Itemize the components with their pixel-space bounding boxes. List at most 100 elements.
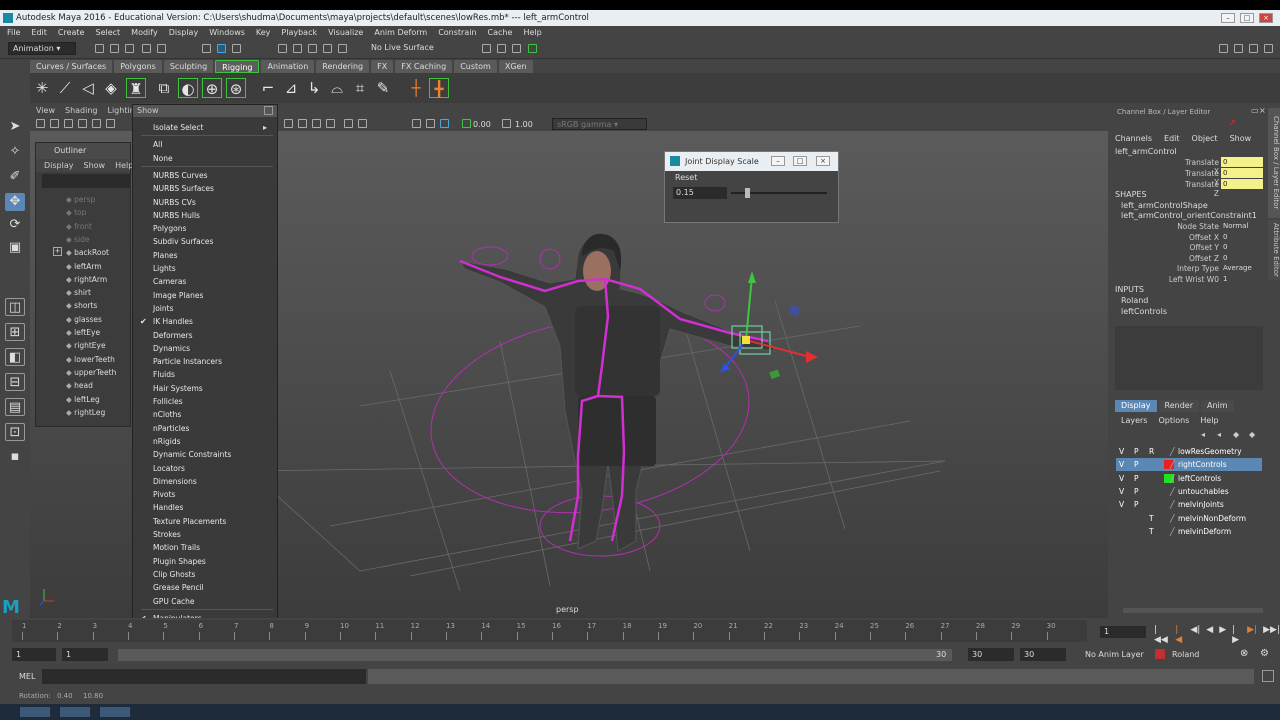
vtab-channel-box[interactable]: Channel Box / Layer Editor xyxy=(1268,108,1280,218)
show-menu-item[interactable]: Joints xyxy=(153,302,174,315)
time-slider[interactable]: 1 2 3 4 5 6 7 8 9 10 11 12 13 14 15 16 17 18 19 20 21 22 23 24 2… xyxy=(12,618,1280,645)
menuset-select[interactable]: Animation ▾ xyxy=(8,42,76,55)
constraint-attr-label[interactable]: Node State xyxy=(1159,222,1219,231)
select-hierarchy-icon[interactable] xyxy=(202,44,211,53)
new-scene-icon[interactable] xyxy=(95,44,104,53)
outliner-item[interactable]: ◆ rightArm xyxy=(66,273,107,286)
outliner-item[interactable]: ◆ persp xyxy=(66,193,95,206)
layer-toggle-p[interactable]: P xyxy=(1134,445,1139,458)
outliner-menu-show[interactable]: Show xyxy=(84,159,106,172)
bookmark-icon[interactable] xyxy=(64,119,73,128)
layer-toggle-r[interactable]: T xyxy=(1149,525,1154,538)
snap-grid-icon[interactable] xyxy=(278,44,287,53)
show-menu-item[interactable]: GPU Cache xyxy=(153,595,195,608)
step-forward-frame-icon[interactable]: |▶ xyxy=(1232,625,1241,645)
menu-playback[interactable]: Playback xyxy=(281,26,317,39)
outliner-item[interactable]: ◆ rightEye xyxy=(66,339,106,352)
undo-icon[interactable] xyxy=(142,44,151,53)
ik-spline-icon[interactable]: ◁ xyxy=(78,78,98,98)
outliner-item[interactable]: ◆ shirt xyxy=(66,286,91,299)
show-menu-item[interactable]: Polygons xyxy=(153,222,186,235)
command-input[interactable] xyxy=(42,669,366,684)
show-menu-item[interactable]: Locators xyxy=(153,462,185,475)
select-components-icon[interactable] xyxy=(232,44,241,53)
layer-toggle-v[interactable]: V xyxy=(1119,472,1124,485)
gamma-field[interactable]: 1.00 xyxy=(515,120,539,129)
gamma-icon[interactable] xyxy=(502,119,511,128)
expand-icon[interactable]: + xyxy=(53,247,62,256)
panel-menu-shading[interactable]: Shading xyxy=(65,104,98,117)
camera-attrs-icon[interactable] xyxy=(50,119,59,128)
constraint-attr-label[interactable]: Offset X xyxy=(1159,233,1219,242)
layer-row[interactable]: V P ╱ melvinJoints xyxy=(1116,498,1262,511)
camera-select-icon[interactable] xyxy=(36,119,45,128)
show-menu-item[interactable]: Follicles xyxy=(153,395,183,408)
menu-edit[interactable]: Edit xyxy=(31,26,47,39)
anim-layer-label[interactable]: No Anim Layer xyxy=(1085,650,1144,659)
outliner-search-input[interactable] xyxy=(42,174,130,188)
move-layer-down-icon[interactable]: ◂ xyxy=(1217,430,1221,439)
show-menu-item[interactable]: Subdiv Surfaces xyxy=(153,235,213,248)
constraint-item[interactable]: left_armControl_orientConstraint1 xyxy=(1121,211,1257,220)
snap-point-icon[interactable] xyxy=(308,44,317,53)
grease-pencil-icon[interactable] xyxy=(106,119,115,128)
current-frame-field[interactable]: 1 xyxy=(1100,626,1146,638)
show-menu-item[interactable]: Deformers xyxy=(153,329,192,342)
snap-view-icon[interactable] xyxy=(323,44,332,53)
layer-toggle-p[interactable]: P xyxy=(1134,472,1139,485)
outliner-item[interactable]: ◆ leftEye xyxy=(66,326,100,339)
layer-toggle-r[interactable]: R xyxy=(1149,445,1154,458)
menu-select[interactable]: Select xyxy=(95,26,120,39)
new-layer-selected-icon[interactable]: ◆ xyxy=(1249,430,1255,439)
constraint-attr-value[interactable]: Average xyxy=(1221,263,1263,273)
xray-icon[interactable] xyxy=(426,119,435,128)
menu-file[interactable]: File xyxy=(7,26,20,39)
taskbar-app-icon[interactable] xyxy=(20,707,50,717)
show-menu-item[interactable]: Lights xyxy=(153,262,176,275)
snap-curve-icon[interactable] xyxy=(293,44,302,53)
aim-constraint-icon[interactable]: ⊿ xyxy=(281,78,301,98)
mirror-joint-icon[interactable]: ♜ xyxy=(126,78,146,98)
orient-constraint-icon[interactable]: ↳ xyxy=(304,78,324,98)
outliner-item[interactable]: ◆ lowerTeeth xyxy=(66,353,115,366)
show-menu-item[interactable]: Cameras xyxy=(153,275,186,288)
layer-row[interactable]: V P ╱ rightControls xyxy=(1116,458,1262,472)
shadows-icon[interactable] xyxy=(344,119,353,128)
step-forward-key-icon[interactable]: ▶| xyxy=(1247,625,1257,645)
render-icon[interactable] xyxy=(482,44,491,53)
show-menu-item[interactable]: None xyxy=(153,152,173,165)
menu-help[interactable]: Help xyxy=(523,26,541,39)
input-item-roland[interactable]: Roland xyxy=(1121,296,1148,305)
dialog-close-button[interactable]: × xyxy=(816,156,830,166)
playback-start-field[interactable]: 1 xyxy=(62,648,108,661)
ik-handle-icon[interactable]: ⟋ xyxy=(55,78,75,98)
two-d-pan-icon[interactable] xyxy=(92,119,101,128)
layout-two-icon[interactable]: ◧ xyxy=(5,348,25,366)
layer-tab-display[interactable]: Display xyxy=(1115,400,1157,412)
exposure-icon[interactable] xyxy=(462,119,471,128)
parent-constraint-icon[interactable]: ⌗ xyxy=(350,78,370,98)
menu-modify[interactable]: Modify xyxy=(131,26,158,39)
show-menu-item[interactable]: nRigids xyxy=(153,435,181,448)
show-menu-item[interactable]: Clip Ghosts xyxy=(153,568,195,581)
go-to-end-icon[interactable]: ▶▶| xyxy=(1263,625,1280,645)
taskbar-app-icon[interactable] xyxy=(100,707,130,717)
shape-item[interactable]: left_armControlShape xyxy=(1121,201,1208,210)
smooth-bind-icon[interactable]: ◐ xyxy=(178,78,198,98)
script-editor-icon[interactable] xyxy=(1262,670,1274,682)
dialog-maximize-button[interactable]: □ xyxy=(793,156,807,166)
playback-end-field[interactable]: 30 xyxy=(968,648,1014,661)
menu-constrain[interactable]: Constrain xyxy=(438,26,476,39)
channel-value-field[interactable]: 0 xyxy=(1221,168,1263,178)
interactive-bind-icon[interactable]: ⊕ xyxy=(202,78,222,98)
show-menu-item[interactable]: All xyxy=(153,138,162,151)
mel-label[interactable]: MEL xyxy=(19,672,35,681)
move-layer-up-icon[interactable]: ◂ xyxy=(1201,430,1205,439)
outliner-item[interactable]: ◆ upperTeeth xyxy=(66,366,116,379)
time-slider-track[interactable] xyxy=(12,620,1087,642)
show-menu-item[interactable]: Strokes xyxy=(153,528,181,541)
pole-vector-icon[interactable]: ✎ xyxy=(373,78,393,98)
layer-toggle-r[interactable]: T xyxy=(1149,512,1154,525)
layer-menu-options[interactable]: Options xyxy=(1158,416,1189,425)
shelf-tab-animation[interactable]: Animation xyxy=(261,60,315,73)
